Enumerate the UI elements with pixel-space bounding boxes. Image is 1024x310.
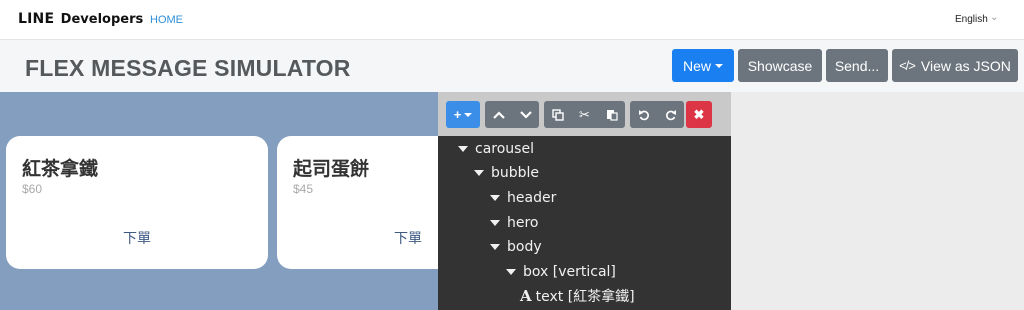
logo-brand: LINE <box>18 11 55 27</box>
tree-node-bubble[interactable]: bubble <box>474 163 539 183</box>
card-price: $60 <box>22 182 43 196</box>
tree-node-label: box [vertical] <box>523 264 616 280</box>
caret-down-icon[interactable] <box>474 170 484 176</box>
properties-panel <box>731 92 1024 310</box>
bubble-card[interactable]: 起司蛋餅 $45 下單 <box>277 136 438 269</box>
home-link[interactable]: HOME <box>150 14 183 26</box>
top-navbar: LINE Developers HOME English ⌄ <box>0 0 1024 40</box>
order-button[interactable]: 下單 <box>6 228 268 248</box>
line-developers-logo[interactable]: LINE Developers <box>18 11 143 27</box>
message-preview: 紅茶拿鐵 $60 下單 起司蛋餅 $45 下單 <box>0 92 438 310</box>
caret-down-icon[interactable] <box>506 269 516 275</box>
scissors-icon: ✂ <box>579 106 590 122</box>
card-price: $45 <box>293 182 314 196</box>
cut-button[interactable]: ✂ <box>571 101 598 128</box>
chevron-down-icon <box>519 110 532 119</box>
close-icon: ✖ <box>693 106 705 122</box>
text-icon: A <box>520 287 532 305</box>
caret-down-icon <box>715 63 723 68</box>
delete-button[interactable]: ✖ <box>686 101 712 128</box>
chevron-down-icon[interactable]: ⌄ <box>990 12 998 23</box>
tree-node-label: hero <box>507 215 539 231</box>
tree-node-body[interactable]: body <box>490 237 542 257</box>
caret-down-icon[interactable] <box>490 244 500 250</box>
new-button[interactable]: New <box>672 49 734 82</box>
simulator-header: FLEX MESSAGE SIMULATOR New Showcase Send… <box>0 40 1024 92</box>
plus-icon: + <box>453 107 462 122</box>
tree-node-label: text [紅茶拿鐵] <box>535 289 635 305</box>
send-button[interactable]: Send... <box>826 49 888 82</box>
tree-node-label: body <box>507 239 542 255</box>
tree-node-box[interactable]: box [vertical] <box>506 262 616 282</box>
paste-button[interactable] <box>598 101 625 128</box>
move-down-button[interactable] <box>512 101 539 128</box>
code-icon: </> <box>899 58 916 73</box>
view-as-json-label: View as JSON <box>920 57 1011 74</box>
caret-down-icon[interactable] <box>490 195 500 201</box>
paste-icon <box>606 109 618 121</box>
caret-down-icon[interactable] <box>490 220 500 226</box>
caret-down-icon <box>464 112 473 117</box>
card-title: 紅茶拿鐵 <box>22 158 99 180</box>
tree-node-header[interactable]: header <box>490 188 556 208</box>
chevron-up-icon <box>492 110 505 119</box>
add-component-button[interactable]: + <box>446 101 480 128</box>
undo-icon <box>638 109 649 120</box>
copy-icon <box>551 108 564 121</box>
card-title: 起司蛋餅 <box>293 158 370 180</box>
tree-node-carousel[interactable]: carousel <box>458 139 534 159</box>
editor-toolbar: + ✂ ✖ <box>438 92 731 136</box>
move-up-button[interactable] <box>485 101 512 128</box>
component-tree-panel: + ✂ ✖ carousel bubble header hero body b… <box>438 92 731 310</box>
tree-node-hero[interactable]: hero <box>490 213 539 233</box>
view-as-json-button[interactable]: </> View as JSON <box>892 49 1018 82</box>
tree-node-label: bubble <box>491 165 540 181</box>
page-title: FLEX MESSAGE SIMULATOR <box>25 55 351 81</box>
redo-icon <box>665 109 676 120</box>
logo-product: Developers <box>60 12 144 27</box>
bubble-card[interactable]: 紅茶拿鐵 $60 下單 <box>6 136 268 269</box>
copy-button[interactable] <box>544 101 571 128</box>
language-selector[interactable]: English <box>955 14 988 25</box>
tree-node-label: header <box>507 190 557 206</box>
caret-down-icon[interactable] <box>458 146 468 152</box>
undo-button[interactable] <box>630 101 657 128</box>
order-button[interactable]: 下單 <box>277 228 438 248</box>
tree-node-label: carousel <box>475 141 534 157</box>
redo-button[interactable] <box>657 101 684 128</box>
tree-node-text[interactable]: A text [紅茶拿鐵] <box>520 286 635 306</box>
showcase-button[interactable]: Showcase <box>738 49 822 82</box>
new-button-label: New <box>682 57 711 74</box>
